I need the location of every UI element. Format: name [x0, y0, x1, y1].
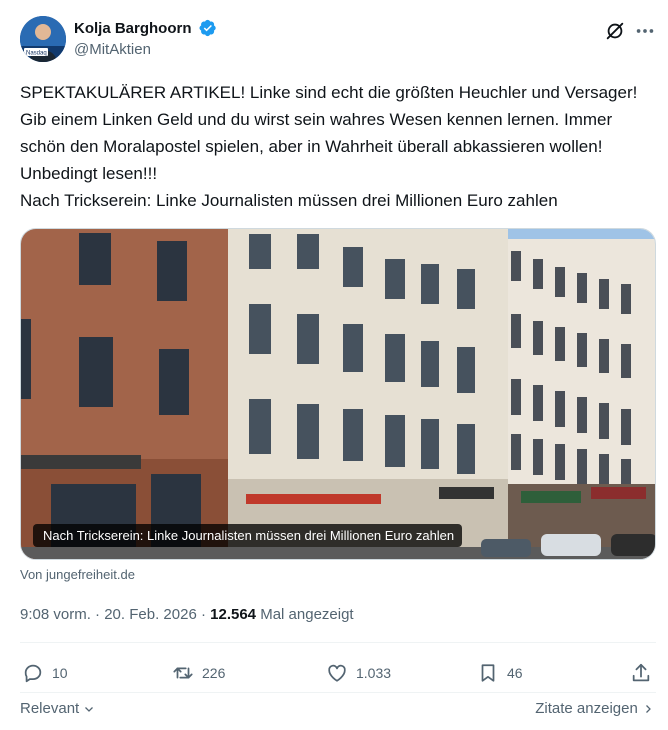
action-bar: 10 226 1.033 46 [20, 658, 656, 688]
bookmark-icon [481, 664, 495, 682]
tweet-meta: 9:08 vorm. · 20. Feb. 2026 · 12.564 Mal … [20, 606, 354, 623]
repost-icon [173, 667, 193, 679]
chevron-down-icon [85, 707, 94, 712]
quotes-label: Zitate anzeigen [535, 700, 638, 717]
link-card-caption: Nach Trickserein: Linke Journalisten müs… [33, 524, 463, 547]
view-quotes-link[interactable]: Zitate anzeigen [535, 700, 654, 717]
link-card-image[interactable]: Nach Trickserein: Linke Journalisten müs… [20, 228, 656, 560]
views-count[interactable]: 12.564 [210, 606, 256, 623]
meta-separator: · [90, 606, 105, 623]
bookmark-button[interactable]: 46 [477, 658, 523, 688]
divider-top [20, 642, 656, 643]
verified-badge-icon [199, 19, 216, 37]
views-label: Mal angezeigt [256, 606, 354, 623]
repost-button[interactable]: 226 [172, 658, 225, 688]
tweet-time[interactable]: 9:08 vorm. [20, 606, 91, 623]
meta-separator-2: · [196, 606, 211, 623]
grok-icon[interactable] [604, 20, 626, 42]
reply-icon [24, 664, 42, 683]
share-icon [632, 663, 650, 682]
like-button[interactable]: 1.033 [326, 658, 391, 688]
tweet-date[interactable]: 20. Feb. 2026 [104, 606, 197, 623]
heart-icon [328, 664, 346, 682]
chevron-right-icon [646, 705, 651, 713]
share-button[interactable] [630, 658, 660, 688]
reply-button[interactable]: 10 [22, 658, 68, 688]
sort-label: Relevant [20, 700, 80, 717]
display-name[interactable]: Kolja Barghoorn [74, 20, 192, 37]
tweet-text: SPEKTAKULÄRER ARTIKEL! Linke sind echt d… [20, 83, 638, 210]
link-card-source[interactable]: Von jungefreiheit.de [20, 567, 135, 582]
avatar-badge-text: Nasdaq [26, 51, 47, 57]
sort-replies-dropdown[interactable]: Relevant [20, 700, 95, 717]
handle[interactable]: @MitAktien [74, 41, 217, 58]
divider-bottom [20, 692, 656, 693]
repost-count: 226 [202, 665, 226, 681]
more-icon[interactable] [634, 20, 656, 42]
like-count: 1.033 [356, 665, 392, 681]
tweet-header: Nasdaq Kolja Barghoorn @MitAktien [20, 16, 656, 64]
street-buildings-image [21, 229, 655, 559]
author-block: Kolja Barghoorn @MitAktien [74, 19, 217, 58]
avatar[interactable]: Nasdaq [20, 16, 66, 62]
reply-count: 10 [52, 665, 68, 681]
bookmark-count: 46 [507, 665, 523, 681]
